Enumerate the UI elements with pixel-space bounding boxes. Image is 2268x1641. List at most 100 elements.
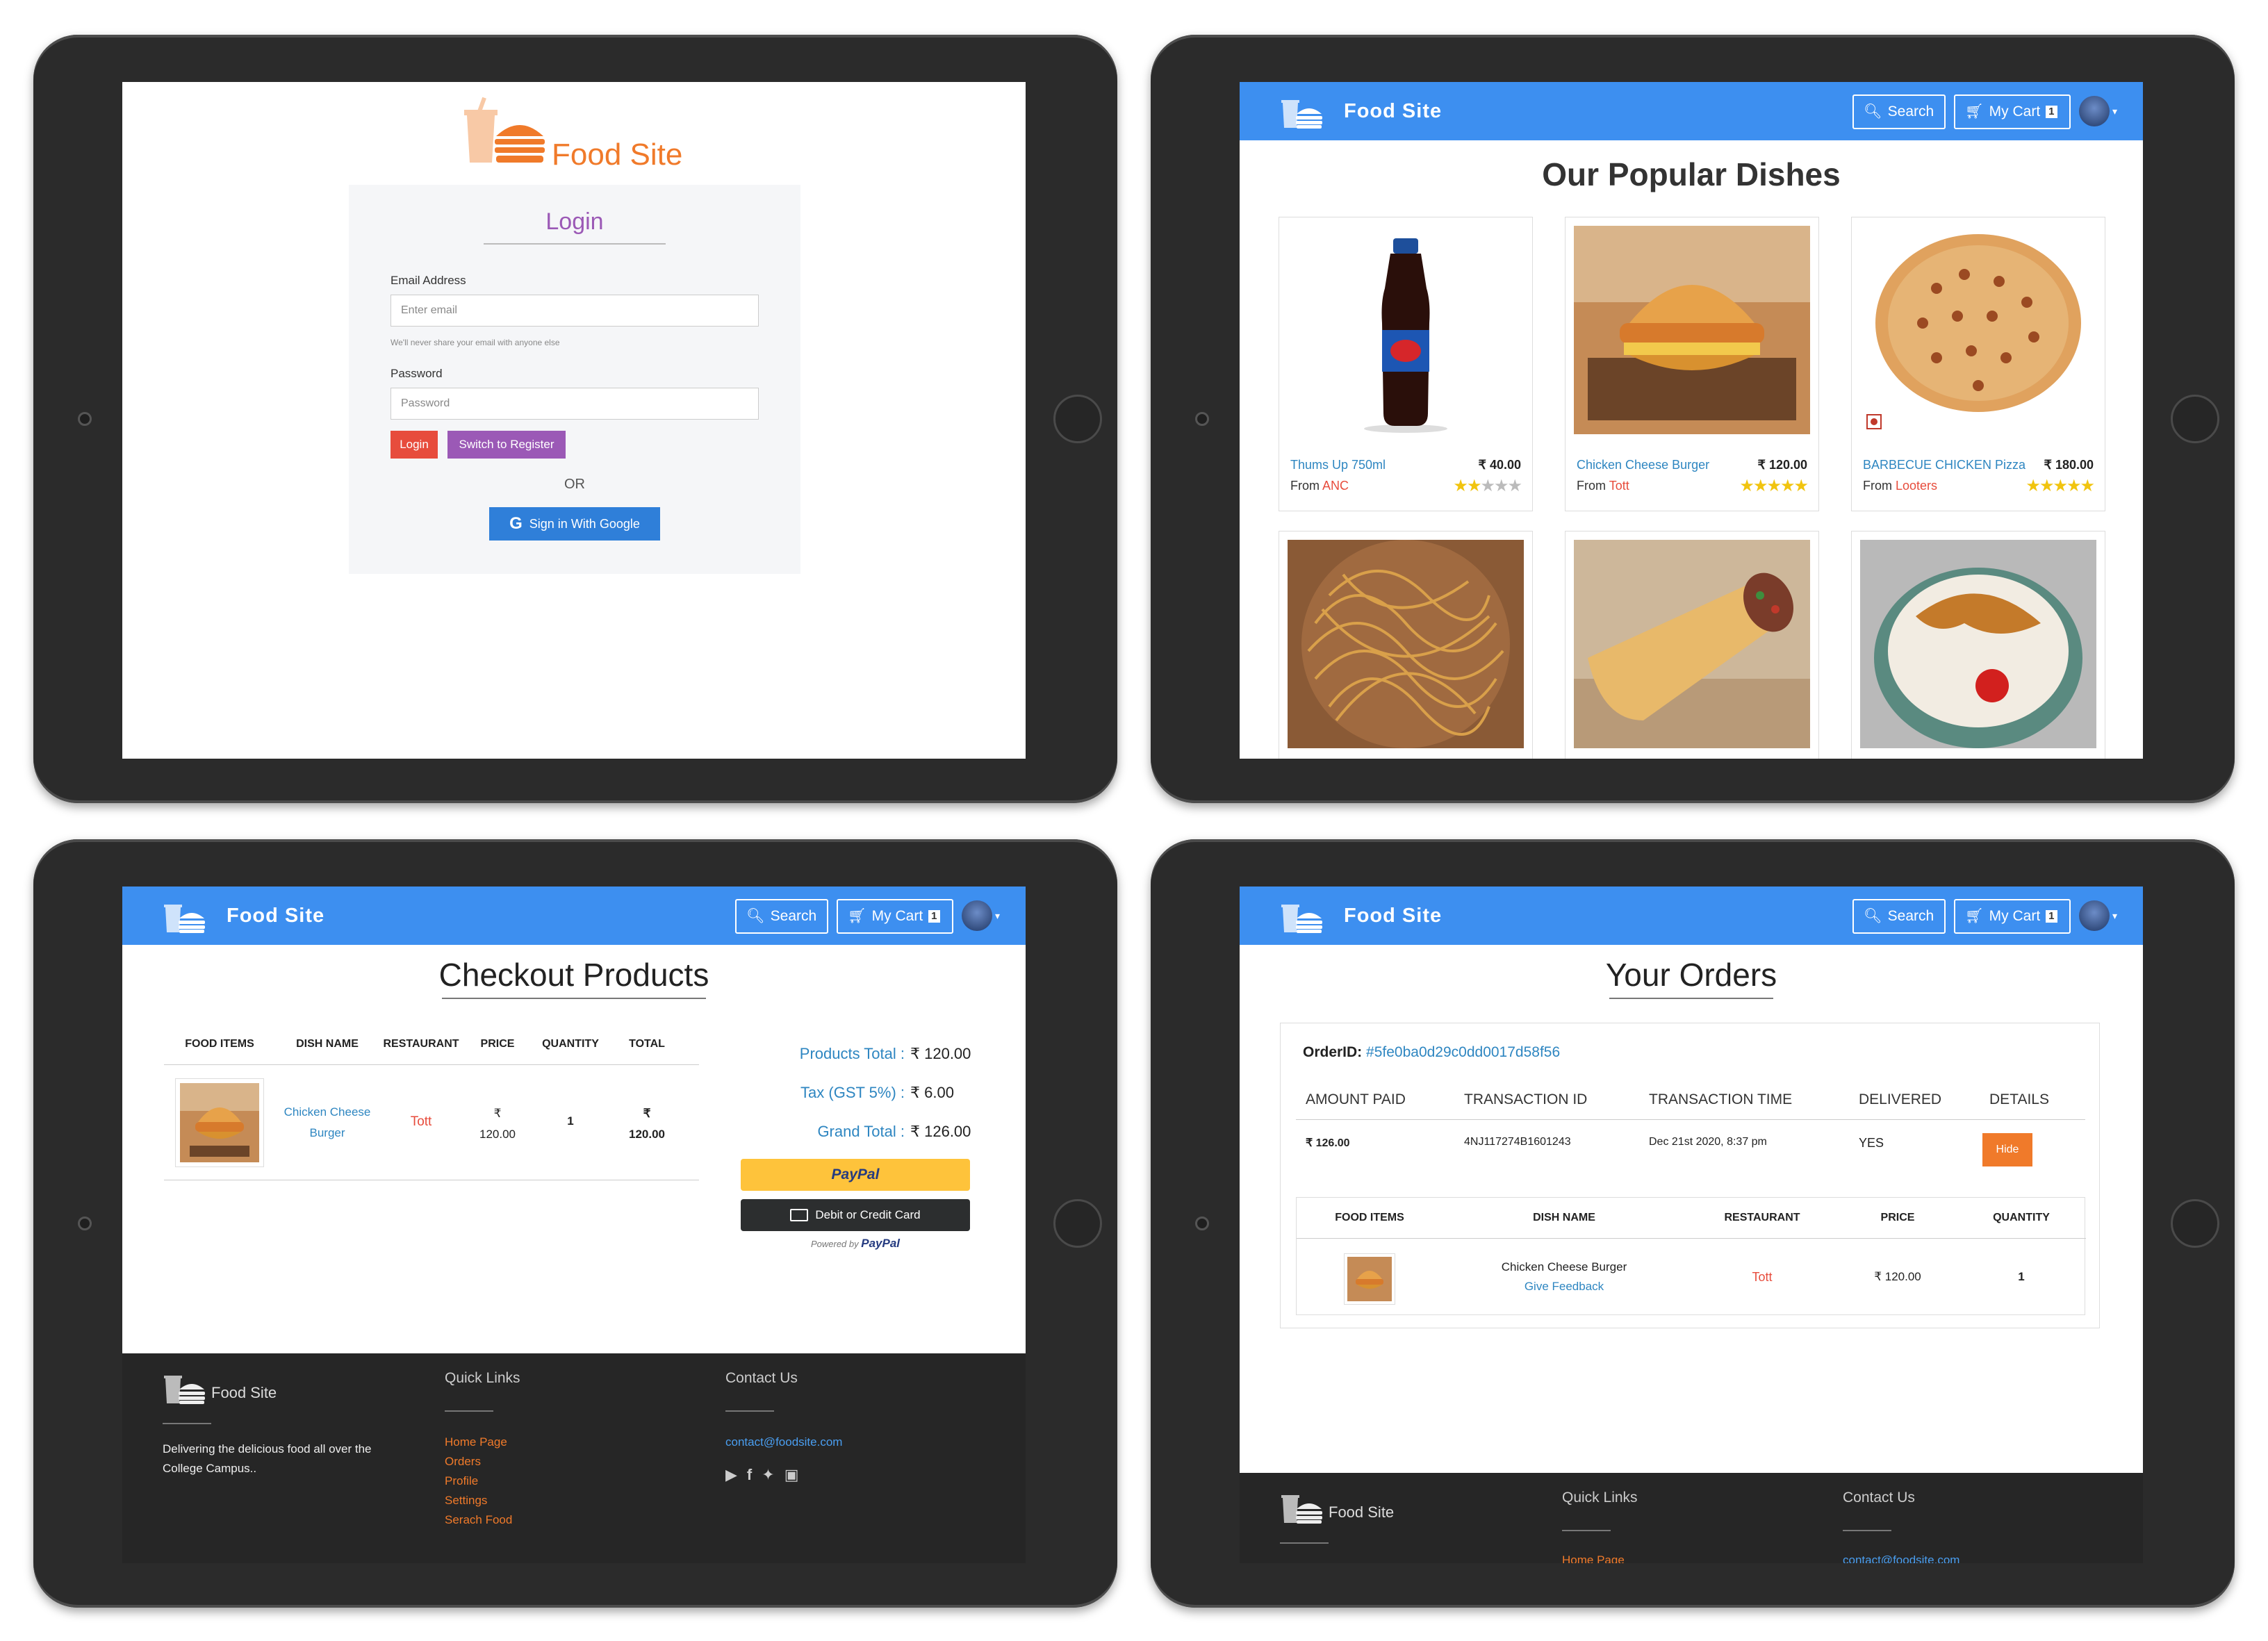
dish-name[interactable]: Chicken Cheese Burger	[1577, 458, 1709, 472]
give-feedback-link[interactable]: Give Feedback	[1443, 1280, 1686, 1294]
cart-button[interactable]: 🛒︎ My Cart 1	[1954, 94, 2071, 129]
twitter-icon[interactable]: ✦	[762, 1466, 774, 1484]
dish-image-pizza[interactable]	[1860, 226, 2096, 434]
dish-name-link[interactable]: Chicken Cheese Burger	[275, 1102, 379, 1144]
logo-text: Food Site	[552, 138, 683, 172]
quick-links-title: Quick Links	[445, 1370, 520, 1386]
col-header: RESTAURANT	[1724, 1212, 1800, 1223]
dishes-screen: Food Site 🔍︎ Search 🛒︎ My Cart 1 ▾ Our Popu…	[1240, 82, 2143, 759]
page-title: Checkout Products	[438, 957, 709, 993]
cart-label: My Cart	[1989, 908, 2041, 924]
footer-link-home[interactable]: Home Page	[445, 1435, 507, 1449]
dish-image-cola[interactable]	[1288, 226, 1524, 434]
dish-restaurant: From ANC	[1290, 479, 1349, 493]
dish-name: Chicken Cheese Burger	[1501, 1260, 1627, 1273]
footer-link-search[interactable]: Serach Food	[445, 1513, 512, 1527]
from-label: From	[1577, 479, 1606, 493]
home-button[interactable]	[1053, 1199, 1102, 1248]
grand-total-label: Grand Total :	[734, 1123, 905, 1141]
summary-key: Grand Total :	[817, 1123, 905, 1140]
avatar[interactable]	[962, 900, 992, 931]
footer-link-orders[interactable]: Orders	[445, 1455, 481, 1469]
home-button[interactable]	[2171, 395, 2219, 443]
cart-button[interactable]: 🛒︎ My Cart 1	[1954, 899, 2071, 934]
products-total-value: ₹ 120.00	[910, 1045, 971, 1063]
contact-email[interactable]: contact@foodsite.com	[1843, 1553, 1959, 1563]
dish-card[interactable]	[1565, 531, 1819, 759]
col-header: TOTAL	[629, 1038, 665, 1050]
dish-price: ₹ 120.00	[1757, 458, 1807, 472]
home-button[interactable]	[1053, 395, 1102, 443]
footer-tagline: Delivering the delicious food all over t…	[163, 1442, 372, 1475]
avatar[interactable]	[2079, 900, 2110, 931]
cart-label: My Cart	[1989, 104, 2041, 119]
dish-image-burger[interactable]	[1574, 226, 1810, 434]
grand-total-value: ₹ 126.00	[910, 1123, 971, 1141]
contact-title: Contact Us	[1843, 1490, 1915, 1506]
chevron-down-icon[interactable]: ▾	[2112, 106, 2117, 117]
col-header: PRICE	[480, 1038, 515, 1050]
brand-logo-icon	[1281, 905, 1322, 933]
card-payment-button[interactable]: Debit or Credit Card	[741, 1199, 970, 1231]
checkout-screen: Food Site 🔍︎ Search 🛒︎ My Cart 1 ▾ Checkout…	[122, 887, 1026, 1563]
home-button[interactable]	[2171, 1199, 2219, 1248]
contact-email[interactable]: contact@foodsite.com	[725, 1435, 842, 1449]
title-underline	[1609, 998, 1773, 999]
chevron-down-icon[interactable]: ▾	[2112, 910, 2117, 922]
brand-name[interactable]: Food Site	[227, 905, 324, 927]
camera	[1195, 1217, 1209, 1230]
dish-name[interactable]: Thums Up 750ml	[1290, 458, 1386, 472]
switch-register-button[interactable]: Switch to Register	[447, 431, 566, 459]
page-title: Your Orders	[1605, 957, 1777, 993]
email-field[interactable]: Enter email	[391, 295, 759, 327]
footer-logo-icon	[1281, 1495, 1322, 1524]
search-button[interactable]: 🔍︎ Search	[1852, 94, 1946, 129]
footer-brand: Food Site	[211, 1384, 277, 1401]
brand-name[interactable]: Food Site	[1344, 905, 1442, 927]
footer-link-home[interactable]: Home Page	[1562, 1553, 1625, 1563]
transaction-id: 4NJ117274B1601243	[1464, 1136, 1571, 1148]
dish-name-line: Burger	[309, 1126, 345, 1139]
search-button[interactable]: 🔍︎ Search	[735, 899, 828, 934]
col-header: RESTAURANT	[383, 1038, 459, 1050]
youtube-icon[interactable]: ▶	[725, 1466, 737, 1484]
header-divider	[164, 1064, 699, 1065]
dish-card[interactable]	[1851, 531, 2105, 759]
hide-details-button[interactable]: Hide	[1982, 1133, 2032, 1166]
dish-image-wrap[interactable]	[1574, 540, 1810, 748]
cart-button[interactable]: 🛒︎ My Cart 1	[837, 899, 953, 934]
instagram-icon[interactable]: ▣	[784, 1466, 799, 1484]
dish-image-icecream[interactable]	[1860, 540, 2096, 748]
dish-image-noodles[interactable]	[1288, 540, 1524, 748]
star-rating: ★★★★★	[1739, 477, 1809, 495]
footer-link-settings[interactable]: Settings	[445, 1494, 487, 1508]
search-button[interactable]: 🔍︎ Search	[1852, 899, 1946, 934]
dish-card[interactable]	[1279, 531, 1533, 759]
password-field[interactable]: Password	[391, 388, 759, 420]
paypal-button[interactable]: PayPal	[741, 1159, 970, 1191]
login-screen: Food Site Login Email Address Enter emai…	[122, 82, 1026, 759]
header-divider	[1297, 1238, 2086, 1239]
google-icon: G	[509, 514, 523, 533]
login-button[interactable]: Login	[391, 431, 438, 459]
search-icon: 🔍︎	[1864, 104, 1882, 119]
google-signin-button[interactable]: G Sign in With Google	[489, 507, 660, 541]
restaurant-name: ANC	[1322, 479, 1349, 493]
site-logo: Food Site	[461, 96, 698, 172]
dish-restaurant: From Looters	[1863, 479, 1937, 493]
facebook-icon[interactable]: f	[747, 1466, 752, 1484]
avatar[interactable]	[2079, 96, 2110, 126]
products-total-label: Products Total :	[734, 1045, 905, 1063]
chevron-down-icon[interactable]: ▾	[995, 910, 1000, 922]
card-payment-label: Debit or Credit Card	[815, 1208, 921, 1221]
footer-link-profile[interactable]: Profile	[445, 1474, 478, 1488]
dish-name[interactable]: BARBECUE CHICKEN Pizza	[1863, 458, 2025, 472]
price-cell: ₹ 120.00	[1874, 1270, 1921, 1283]
dish-card[interactable]: BARBECUE CHICKEN Pizza ₹ 180.00 From Loo…	[1851, 217, 2105, 511]
price-value: 120.00	[479, 1128, 516, 1141]
dish-card[interactable]: Chicken Cheese Burger ₹ 120.00 From Tott…	[1565, 217, 1819, 511]
dish-card[interactable]: Thums Up 750ml ₹ 40.00 From ANC ★★★★★	[1279, 217, 1533, 511]
transaction-time: Dec 21st 2020, 8:37 pm	[1649, 1136, 1767, 1148]
brand-name[interactable]: Food Site	[1344, 100, 1442, 123]
footer-logo-icon	[164, 1376, 205, 1404]
